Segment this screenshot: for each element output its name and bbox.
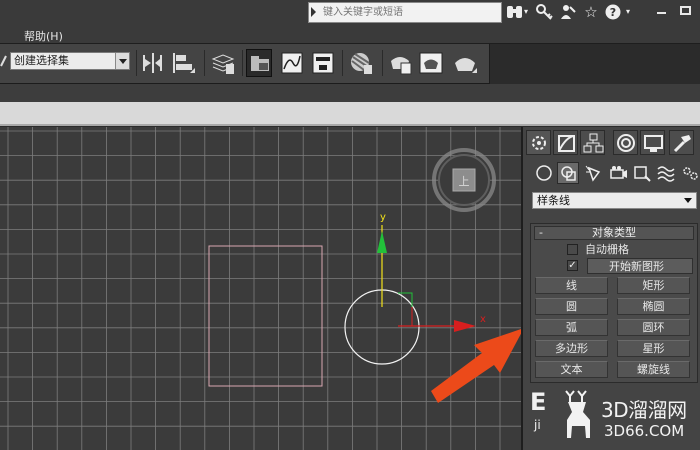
watermark-partial-text-2: ji [534, 418, 541, 432]
title-bar: 帮助(H) ▾ ☆ ? ▾ [0, 0, 700, 44]
rollout-title: 对象类型 [592, 226, 636, 239]
rendered-frame-window-icon[interactable] [418, 49, 444, 77]
create-tab-icon[interactable] [526, 130, 551, 155]
object-type-rollout: - 对象类型 自动栅格 ✓ 开始新图形 线 矩形 圆 椭圆 弧 圆环 多边形 星… [530, 223, 698, 383]
cameras-icon[interactable] [607, 162, 629, 184]
toolbar-divider [136, 50, 137, 76]
mirror-icon[interactable] [140, 49, 166, 77]
collapse-icon[interactable]: - [539, 227, 543, 239]
align-icon[interactable] [170, 49, 196, 77]
motion-tab-icon[interactable] [613, 130, 638, 155]
selection-set-value: 创建选择集 [14, 54, 69, 67]
viewcube-face-label: 上 [459, 175, 470, 188]
gizmo-x-label: x [480, 314, 486, 325]
key-icon[interactable] [535, 3, 555, 21]
gizmo-y-label: y [380, 212, 386, 223]
search-expand-icon[interactable] [311, 7, 316, 17]
annotation-arrow [431, 329, 521, 403]
rectangle-button[interactable]: 矩形 [617, 277, 690, 294]
space-warps-icon[interactable] [655, 162, 677, 184]
auto-grid-label: 自动栅格 [585, 243, 629, 256]
people-icon[interactable] [558, 3, 578, 21]
modify-tab-icon[interactable] [553, 130, 578, 155]
material-editor-icon[interactable] [348, 49, 374, 77]
utilities-tab-icon[interactable] [669, 130, 694, 155]
transform-gizmo[interactable]: y x [377, 212, 486, 332]
viewcube[interactable]: 上 [432, 148, 496, 212]
schematic-view-icon[interactable] [310, 49, 336, 77]
main-toolbar: 创建选择集 [0, 44, 490, 84]
toolbar-divider [204, 50, 205, 76]
viewport-tab-bar [0, 102, 700, 126]
helix-button[interactable]: 螺旋线 [617, 361, 690, 378]
shapes-icon[interactable] [557, 162, 579, 184]
selection-set-dropdown[interactable]: 创建选择集 [10, 52, 130, 70]
deer-logo-icon [565, 390, 590, 438]
search-input[interactable] [323, 4, 499, 21]
help-icon[interactable]: ? [604, 3, 624, 21]
display-tab-icon[interactable] [640, 130, 665, 155]
toolbar-divider [382, 50, 383, 76]
arc-button[interactable]: 弧 [535, 319, 608, 336]
render-setup-icon[interactable] [387, 49, 413, 77]
layer-manager-icon[interactable] [210, 49, 236, 77]
geometry-icon[interactable] [533, 162, 555, 184]
ellipse-button[interactable]: 椭圆 [617, 298, 690, 315]
rollout-header[interactable]: - 对象类型 [534, 226, 694, 240]
scene-explorer-icon[interactable] [246, 49, 272, 77]
lights-icon[interactable] [583, 162, 605, 184]
viewport-top[interactable]: y x 上 [0, 127, 521, 450]
donut-button[interactable]: 圆环 [617, 319, 690, 336]
start-new-shape-label: 开始新图形 [609, 260, 664, 273]
auto-grid-checkbox[interactable] [567, 244, 578, 255]
systems-icon[interactable] [679, 162, 700, 184]
annotation-arrow-shape [431, 329, 521, 403]
star-button[interactable]: 星形 [617, 340, 690, 357]
restore-icon[interactable] [678, 4, 694, 16]
minimize-icon[interactable] [654, 4, 670, 16]
hierarchy-tab-icon[interactable] [580, 130, 605, 155]
svg-text:?: ? [610, 6, 616, 19]
watermark-brand: 3D溜溜网 [601, 398, 687, 422]
gizmo-x-arrow[interactable] [454, 320, 476, 332]
start-new-shape-checkbox[interactable]: ✓ [567, 260, 578, 271]
gizmo-y-arrow[interactable] [377, 231, 387, 253]
watermark-partial-text: E [530, 388, 547, 416]
ngon-button[interactable]: 多边形 [535, 340, 608, 357]
render-production-icon[interactable] [452, 49, 478, 77]
viewport-canvas[interactable]: y x 上 [0, 127, 521, 450]
toolbar-divider [342, 50, 343, 76]
watermark: 3D溜溜网 3D66.COM [556, 386, 700, 450]
ribbon-strip [0, 84, 700, 102]
shape-type-dropdown[interactable]: 样条线 [532, 192, 697, 209]
helpers-icon[interactable] [631, 162, 653, 184]
search-box[interactable] [308, 2, 502, 23]
watermark-site: 3D66.COM [604, 422, 685, 440]
binoculars-dropdown-icon[interactable]: ▾ [522, 3, 530, 21]
toolbar-divider [242, 50, 243, 76]
rectangle-shape[interactable] [208, 245, 323, 387]
help-dropdown-icon[interactable]: ▾ [623, 3, 633, 21]
pencil-icon[interactable] [0, 52, 8, 68]
shape-type-value: 样条线 [537, 194, 570, 207]
star-icon[interactable]: ☆ [581, 3, 601, 21]
text-button[interactable]: 文本 [535, 361, 608, 378]
line-button[interactable]: 线 [535, 277, 608, 294]
curve-editor-icon[interactable] [279, 49, 305, 77]
chevron-down-icon[interactable] [115, 53, 129, 69]
menu-help[interactable]: 帮助(H) [24, 28, 63, 44]
circle-button[interactable]: 圆 [535, 298, 608, 315]
